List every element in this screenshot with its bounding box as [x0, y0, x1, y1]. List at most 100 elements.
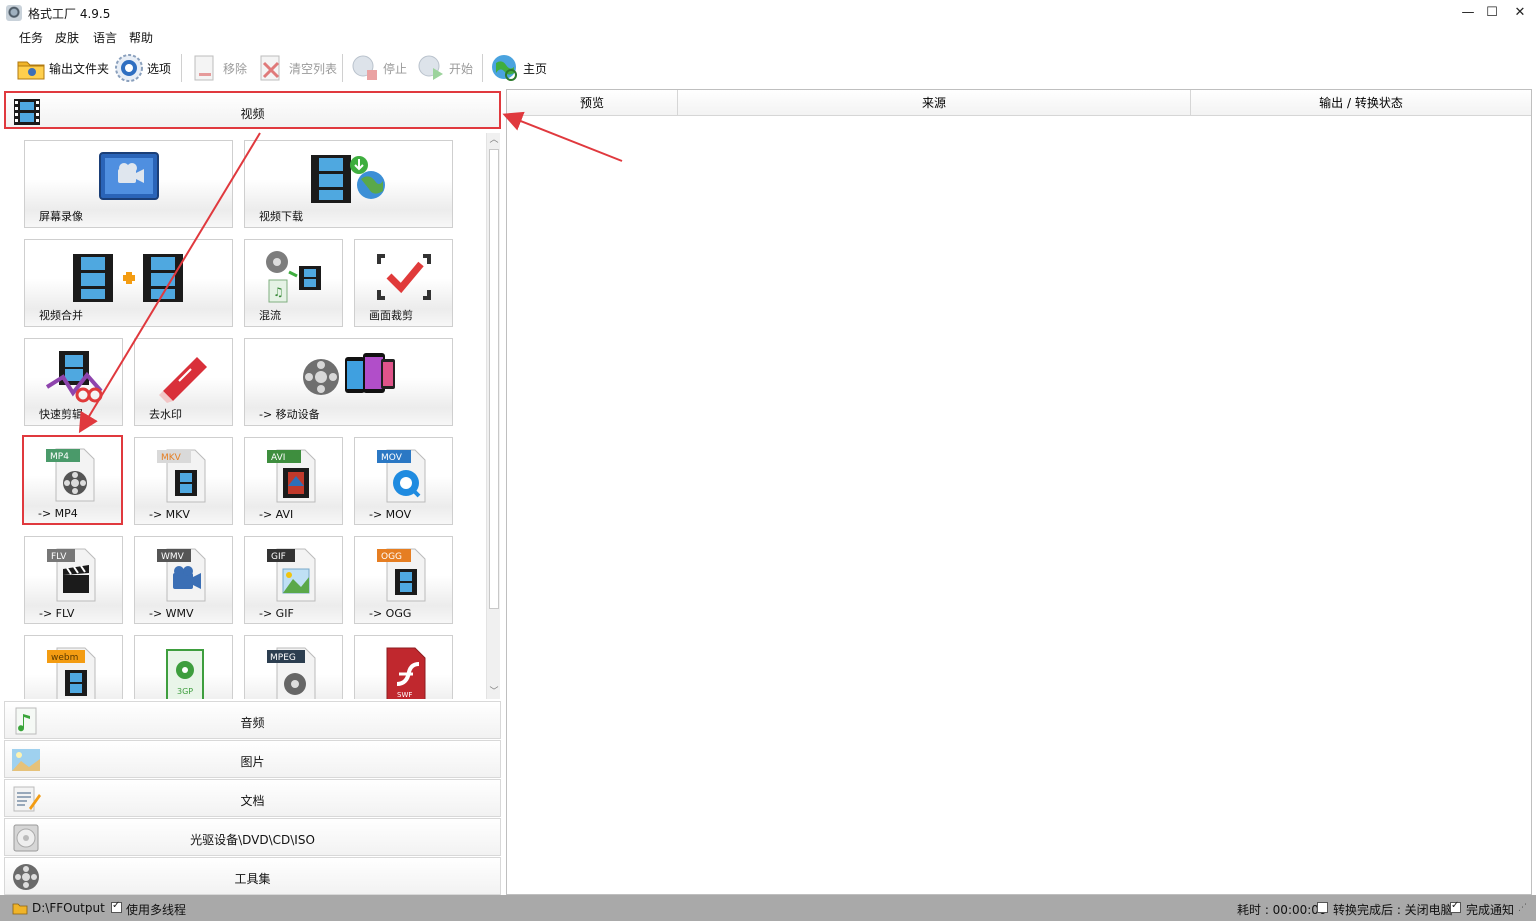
clear-list-label: 清空列表 [289, 61, 338, 76]
tile-mux[interactable]: ♫ 混流 [244, 239, 343, 327]
category-document[interactable]: 文档 [4, 779, 501, 817]
tile-to-ogg[interactable]: OGG -> OGG [354, 536, 453, 624]
tile-to-wmv[interactable]: WMV -> WMV [134, 536, 233, 624]
remove-button[interactable]: 移除 [190, 52, 247, 84]
category-audio[interactable]: 音频 [4, 701, 501, 739]
tile-to-avi[interactable]: AVI -> AVI [244, 437, 343, 525]
output-folder-label: 输出文件夹 [49, 61, 110, 76]
output-folder-button[interactable]: 输出文件夹 [16, 52, 109, 84]
menu-language[interactable]: 语言 [93, 29, 117, 46]
tile-to-flv[interactable]: FLV -> FLV [24, 536, 123, 624]
tile-mobile-device[interactable]: -> 移动设备 [244, 338, 453, 426]
mux-icon: ♫ [265, 251, 321, 303]
category-video[interactable]: 视频 [4, 91, 501, 129]
category-video-label: 视频 [240, 107, 265, 121]
column-preview[interactable]: 预览 [507, 90, 678, 116]
tile-mobile-device-label: -> 移动设备 [259, 408, 320, 421]
shutdown-after-checkbox[interactable] [1317, 901, 1328, 915]
menu-bar: 任务 皮肤 语言 帮助 [0, 26, 1536, 46]
category-optical[interactable]: 光驱设备\DVD\CD\ISO [4, 818, 501, 856]
tile-video-merge-label: 视频合并 [39, 309, 83, 322]
tile-to-flv-label: -> FLV [39, 607, 75, 620]
column-output-status[interactable]: 输出 / 转换状态 [1191, 90, 1531, 116]
gif-badge: GIF [271, 552, 286, 562]
video-function-grid: 屏幕录像 视频下载 视频合并 ♫ 混流 画面裁剪 快速剪辑 去水印 -> 移动设… [8, 133, 486, 699]
options-button[interactable]: 选项 [114, 52, 171, 84]
clear-list-button[interactable]: 清空列表 [256, 52, 337, 84]
eraser-icon [158, 357, 207, 403]
start-icon [418, 55, 443, 80]
svg-text:♫: ♫ [273, 285, 284, 299]
multithread-checkbox[interactable] [111, 900, 122, 915]
mobile-device-icon [302, 353, 395, 395]
wmv-file-icon: WMV [156, 548, 205, 602]
quick-clip-icon [45, 351, 103, 403]
grid-scrollbar[interactable]: ︿ ﹀ [486, 133, 500, 699]
ogg-file-icon: OGG [376, 548, 425, 602]
home-label: 主页 [523, 61, 548, 76]
category-audio-label: 音频 [240, 716, 265, 730]
clear-list-icon [260, 55, 280, 81]
mkv-badge: MKV [161, 453, 182, 463]
tile-watermark-label: 去水印 [149, 408, 182, 421]
elapsed-time: 耗时 : 00:00:00 [1237, 903, 1327, 917]
close-button[interactable]: ✕ [1504, 0, 1536, 26]
tile-to-swf[interactable]: SWF [354, 635, 453, 699]
tile-to-gif-label: -> GIF [259, 607, 294, 620]
notify-label: 完成通知 [1466, 903, 1515, 917]
scroll-down-arrow[interactable]: ﹀ [487, 685, 501, 699]
category-image[interactable]: 图片 [4, 740, 501, 778]
notify-checkbox[interactable] [1450, 900, 1461, 915]
title-bar: 格式工厂 4.9.5 — ☐ ✕ [0, 0, 1536, 26]
category-image-label: 图片 [240, 755, 265, 769]
resize-grip-icon[interactable]: ⋰ [1518, 903, 1527, 913]
tile-to-webm[interactable]: webm [24, 635, 123, 699]
gif-file-icon: GIF [266, 548, 315, 602]
menu-help[interactable]: 帮助 [129, 29, 153, 46]
tile-video-download-label: 视频下载 [259, 210, 303, 223]
status-bar: D:\FFOutput 使用多线程 耗时 : 00:00:00 转换完成后 : … [0, 895, 1536, 921]
category-tools[interactable]: 工具集 [4, 857, 501, 895]
stop-label: 停止 [383, 61, 408, 76]
tile-to-mov[interactable]: MOV -> MOV [354, 437, 453, 525]
tile-to-mkv[interactable]: MKV -> MKV [134, 437, 233, 525]
tile-crop[interactable]: 画面裁剪 [354, 239, 453, 327]
gear-icon [115, 54, 143, 82]
flv-badge: FLV [51, 552, 67, 562]
column-source[interactable]: 来源 [678, 90, 1191, 116]
3gp-file-icon: 3GP [165, 649, 204, 699]
tile-to-mp4[interactable]: MP4 -> MP4 [22, 435, 123, 525]
scroll-thumb[interactable] [489, 149, 499, 609]
tile-quick-clip-label: 快速剪辑 [39, 408, 83, 421]
menu-skin[interactable]: 皮肤 [55, 29, 79, 46]
tile-video-merge[interactable]: 视频合并 [24, 239, 233, 327]
tile-video-download[interactable]: 视频下载 [244, 140, 453, 228]
output-path[interactable]: D:\FFOutput [32, 901, 105, 915]
scroll-up-arrow[interactable]: ︿ [487, 133, 501, 147]
mpeg-file-icon: MPEG [266, 647, 315, 699]
start-button[interactable]: 开始 [416, 52, 473, 84]
mov-file-icon: MOV [376, 449, 425, 503]
stop-button[interactable]: 停止 [350, 52, 407, 84]
tile-watermark[interactable]: 去水印 [134, 338, 233, 426]
tile-screen-record[interactable]: 屏幕录像 [24, 140, 233, 228]
remove-label: 移除 [223, 61, 248, 76]
video-merge-icon [72, 254, 183, 302]
tile-to-gif[interactable]: GIF -> GIF [244, 536, 343, 624]
ogg-badge: OGG [381, 552, 402, 562]
tile-to-avi-label: -> AVI [259, 508, 294, 521]
home-button[interactable]: 主页 [490, 52, 547, 84]
start-label: 开始 [449, 61, 474, 76]
tile-to-3gp[interactable]: 3GP [134, 635, 233, 699]
tile-screen-record-label: 屏幕录像 [39, 210, 83, 223]
tile-to-mpeg[interactable]: MPEG [244, 635, 343, 699]
tile-quick-clip[interactable]: 快速剪辑 [24, 338, 123, 426]
menu-task[interactable]: 任务 [19, 29, 43, 46]
task-list[interactable]: 预览 来源 输出 / 转换状态 [506, 89, 1532, 895]
tile-to-wmv-label: -> WMV [149, 607, 194, 620]
avi-badge: AVI [271, 453, 285, 463]
avi-file-icon: AVI [266, 449, 315, 503]
mov-badge: MOV [381, 453, 403, 463]
webm-file-icon: webm [46, 647, 95, 699]
options-label: 选项 [147, 61, 172, 76]
